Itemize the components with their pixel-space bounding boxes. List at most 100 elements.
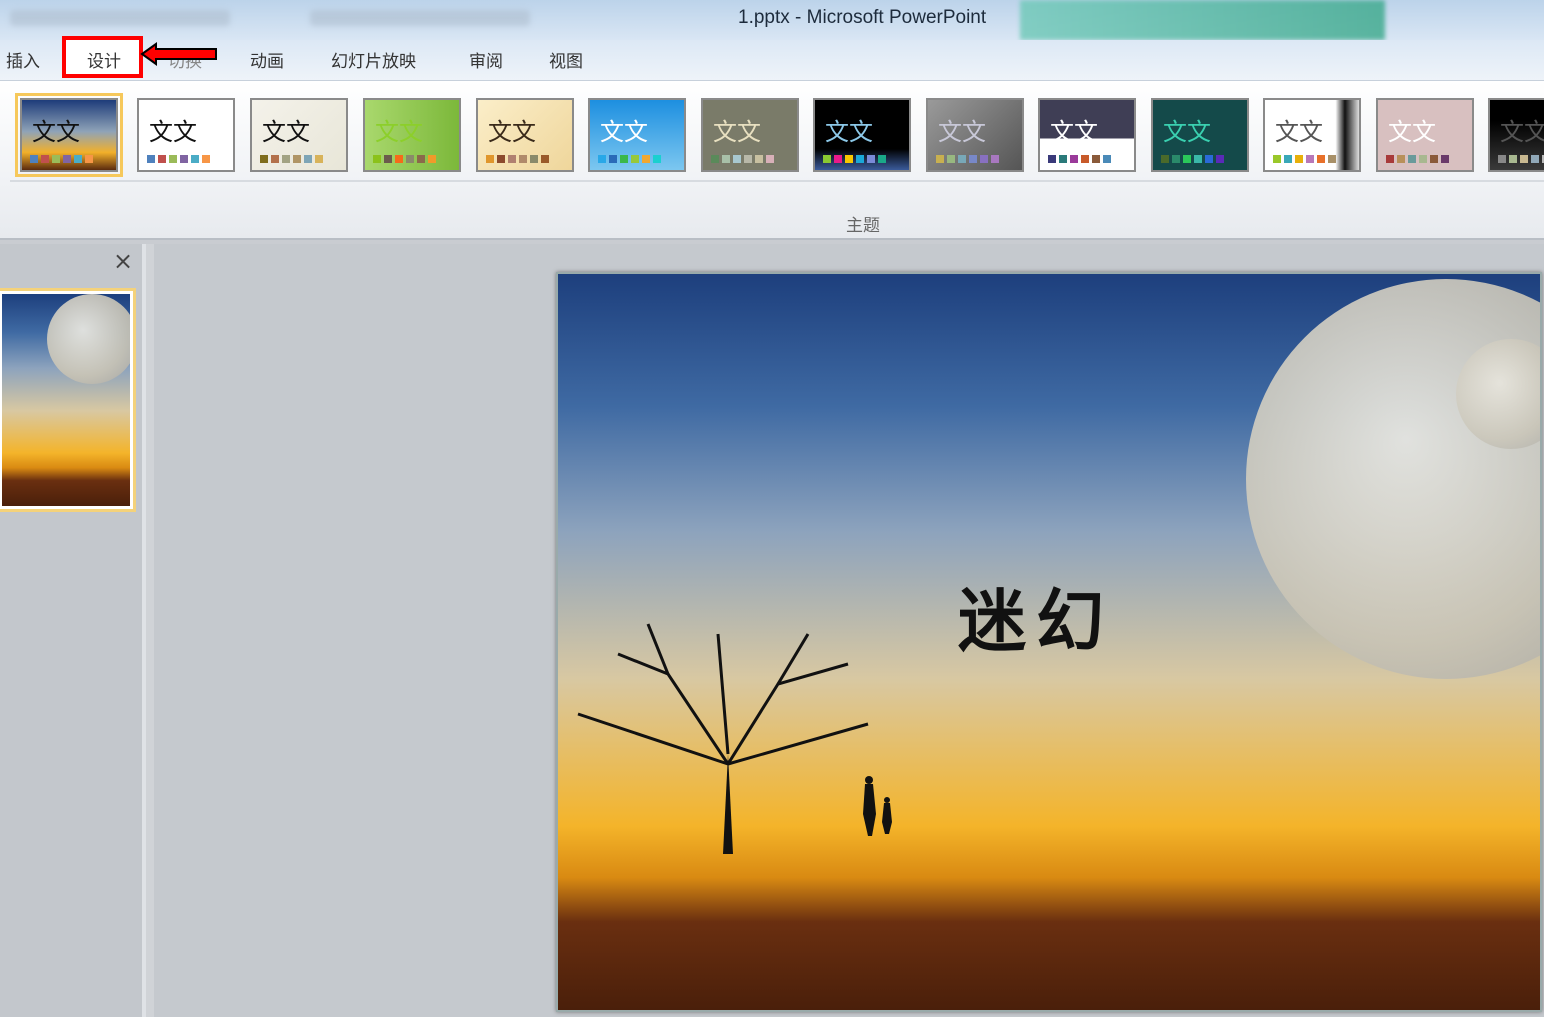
color-swatch — [41, 155, 49, 163]
theme-tile[interactable]: 文文 — [1376, 98, 1474, 172]
theme-sample-text: 文文 — [825, 118, 873, 146]
color-swatch — [980, 155, 988, 163]
tab-review[interactable]: 审阅 — [469, 47, 503, 72]
color-swatch — [169, 155, 177, 163]
tab-animations[interactable]: 动画 — [250, 47, 284, 72]
color-swatch — [147, 155, 155, 163]
theme-tile[interactable]: 文文 — [701, 98, 799, 172]
theme-sample-text: 文文 — [1388, 118, 1436, 146]
theme-sample-text: 文文 — [149, 118, 197, 146]
color-swatch — [1419, 155, 1427, 163]
color-swatch — [271, 155, 279, 163]
theme-color-swatches — [1498, 155, 1544, 163]
theme-sample-text: 文文 — [1275, 118, 1323, 146]
color-swatch — [1284, 155, 1292, 163]
color-swatch — [598, 155, 606, 163]
theme-tile[interactable]: 文文 — [476, 98, 574, 172]
theme-sample-text: 文文 — [713, 118, 761, 146]
color-swatch — [202, 155, 210, 163]
tab-slideshow[interactable]: 幻灯片放映 — [331, 47, 416, 72]
color-swatch — [373, 155, 381, 163]
theme-tile[interactable]: 文文 — [250, 98, 348, 172]
color-swatch — [395, 155, 403, 163]
color-swatch — [1430, 155, 1438, 163]
theme-sample-text: 文文 — [488, 118, 536, 146]
theme-color-swatches — [1273, 155, 1336, 163]
theme-tile[interactable]: 文文 — [363, 98, 461, 172]
theme-color-swatches — [1386, 155, 1449, 163]
color-swatch — [1070, 155, 1078, 163]
theme-tile[interactable]: 文文 — [813, 98, 911, 172]
color-swatch — [878, 155, 886, 163]
slide-thumbnail-1[interactable] — [0, 288, 136, 512]
theme-tile[interactable]: 文文 — [15, 93, 123, 177]
people-silhouette — [863, 776, 892, 836]
theme-color-swatches — [147, 155, 210, 163]
theme-sample-text: 文文 — [32, 118, 80, 146]
theme-color-swatches — [823, 155, 886, 163]
color-swatch — [969, 155, 977, 163]
theme-tile[interactable]: 文文 — [1038, 98, 1136, 172]
color-swatch — [1216, 155, 1224, 163]
theme-tile[interactable]: 文文 — [1488, 98, 1544, 172]
color-swatch — [1408, 155, 1416, 163]
theme-tile[interactable]: 文文 — [137, 98, 235, 172]
slide-background-image: 迷幻 — [558, 274, 1540, 1010]
tree-silhouette — [577, 623, 869, 854]
theme-color-swatches — [1048, 155, 1111, 163]
color-swatch — [1059, 155, 1067, 163]
color-swatch — [711, 155, 719, 163]
theme-sample-text: 文文 — [262, 118, 310, 146]
color-swatch — [282, 155, 290, 163]
color-swatch — [856, 155, 864, 163]
theme-sample-text: 文文 — [1163, 118, 1211, 146]
color-swatch — [158, 155, 166, 163]
tab-insert[interactable]: 插入 — [6, 47, 40, 72]
color-swatch — [1520, 155, 1528, 163]
color-swatch — [1048, 155, 1056, 163]
color-swatch — [653, 155, 661, 163]
panel-splitter[interactable] — [146, 244, 154, 1017]
color-swatch — [85, 155, 93, 163]
color-swatch — [191, 155, 199, 163]
tab-view[interactable]: 视图 — [549, 47, 583, 72]
color-swatch — [823, 155, 831, 163]
color-swatch — [991, 155, 999, 163]
color-swatch — [834, 155, 842, 163]
theme-sample-text: 文文 — [1500, 118, 1544, 146]
color-swatch — [1498, 155, 1506, 163]
theme-tile[interactable]: 文文 — [1263, 98, 1361, 172]
theme-color-swatches — [598, 155, 661, 163]
color-swatch — [519, 155, 527, 163]
color-swatch — [63, 155, 71, 163]
theme-sample-text: 文文 — [1050, 118, 1098, 146]
color-swatch — [958, 155, 966, 163]
color-swatch — [744, 155, 752, 163]
tab-design[interactable]: 设计 — [87, 47, 121, 72]
theme-sample-text: 文文 — [600, 118, 648, 146]
color-swatch — [1306, 155, 1314, 163]
color-swatch — [722, 155, 730, 163]
color-swatch — [486, 155, 494, 163]
theme-tile[interactable]: 文文 — [588, 98, 686, 172]
slide-title[interactable]: 迷幻 — [958, 566, 1114, 665]
color-swatch — [1161, 155, 1169, 163]
color-swatch — [406, 155, 414, 163]
theme-tile[interactable]: 文文 — [926, 98, 1024, 172]
color-swatch — [428, 155, 436, 163]
color-swatch — [508, 155, 516, 163]
color-swatch — [609, 155, 617, 163]
close-icon[interactable]: × — [113, 247, 133, 275]
color-swatch — [1531, 155, 1539, 163]
color-swatch — [1397, 155, 1405, 163]
color-swatch — [384, 155, 392, 163]
color-swatch — [1205, 155, 1213, 163]
theme-color-swatches — [486, 155, 549, 163]
color-swatch — [1509, 155, 1517, 163]
theme-tile[interactable]: 文文 — [1151, 98, 1249, 172]
color-swatch — [642, 155, 650, 163]
slide-canvas[interactable]: 迷幻 — [556, 272, 1542, 1012]
theme-color-swatches — [1161, 155, 1224, 163]
themes-group-label: 主题 — [846, 216, 880, 236]
color-swatch — [1172, 155, 1180, 163]
